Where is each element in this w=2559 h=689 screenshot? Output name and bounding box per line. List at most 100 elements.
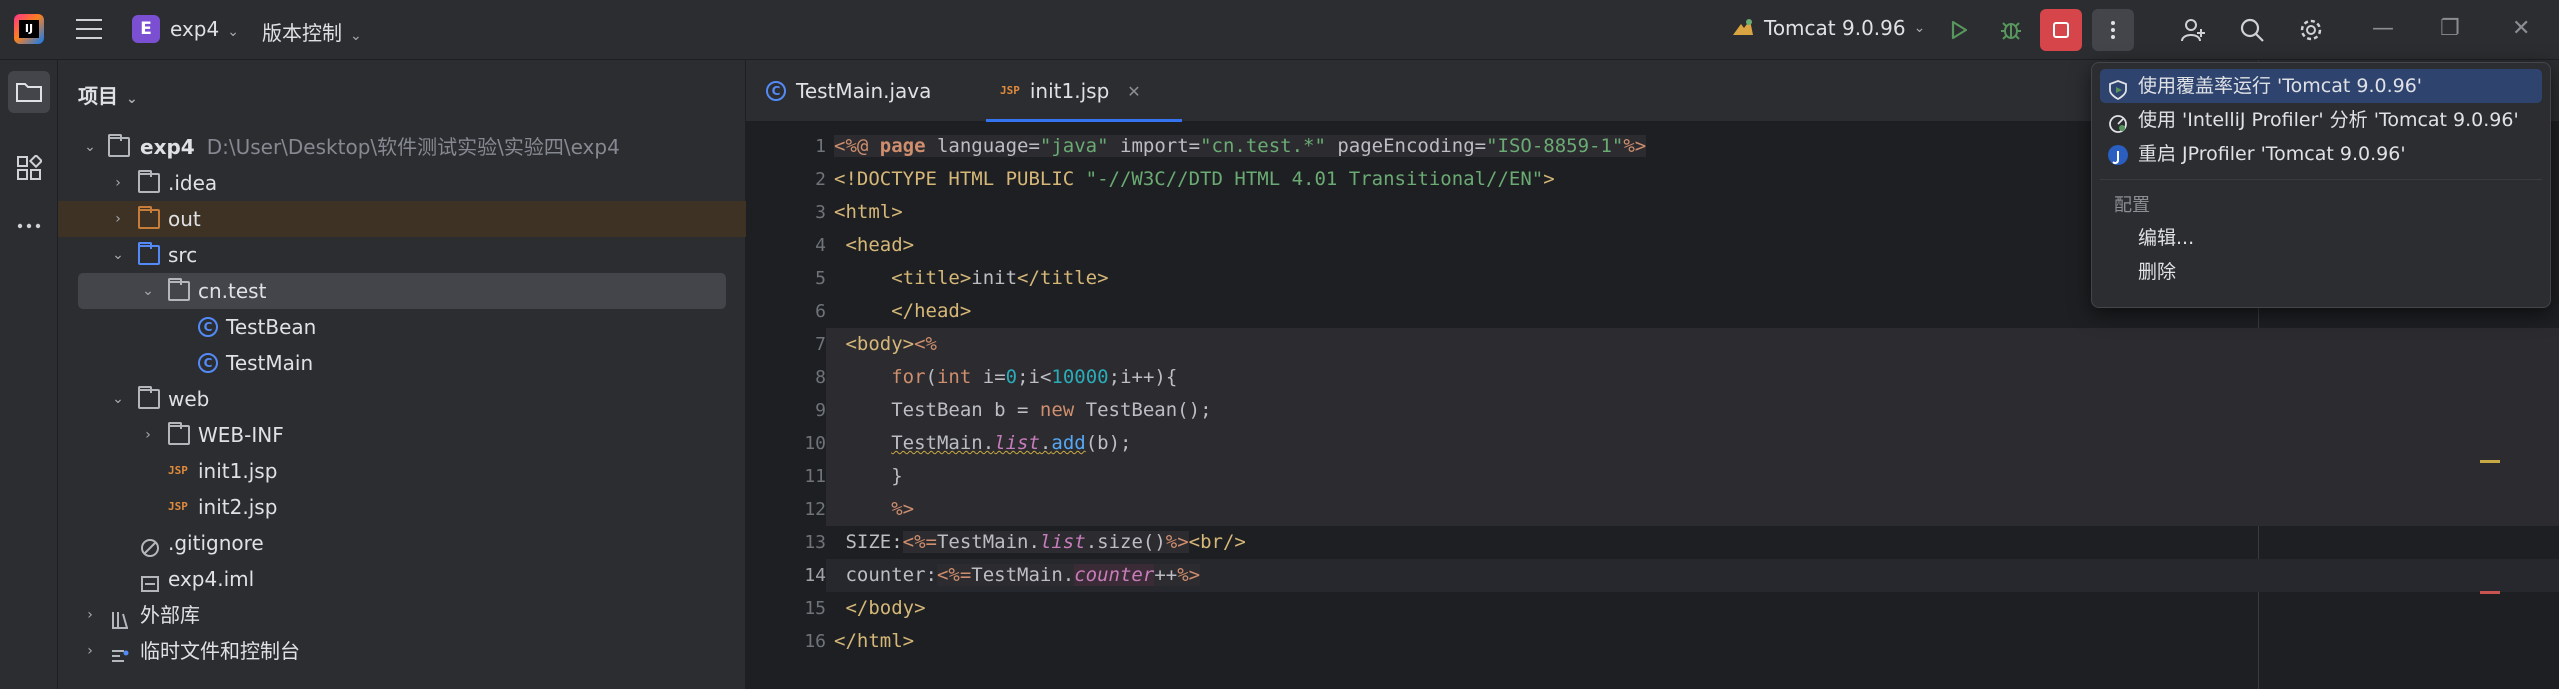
package-icon xyxy=(168,278,190,301)
tab-testmain-java[interactable]: C TestMain.java xyxy=(766,60,966,122)
tree-item-init2-jsp[interactable]: JSP init2.jsp xyxy=(58,489,746,525)
tab-label: TestMain.java xyxy=(796,79,932,103)
tree-item-label: exp4.iml xyxy=(168,567,255,591)
folder-icon xyxy=(138,170,160,193)
run-button[interactable] xyxy=(1938,9,1980,51)
tree-item-label: TestMain xyxy=(226,351,314,375)
close-tab-icon[interactable]: ✕ xyxy=(1127,82,1140,101)
class-icon: C xyxy=(766,81,786,101)
chevron-down-icon: ⌄ xyxy=(1913,20,1926,36)
menu-item-label: 编辑... xyxy=(2138,227,2195,249)
tomcat-icon xyxy=(1730,15,1756,41)
ignore-file-icon xyxy=(140,533,162,557)
project-panel: 项目 ⌄ ⌄ exp4 D:\User\Desktop\软件测试实验\实验四\exp… xyxy=(58,60,746,689)
line-number: 8 xyxy=(815,367,826,388)
tree-item-testmain[interactable]: C TestMain xyxy=(58,345,746,381)
tree-item-cn-test[interactable]: ⌄ cn.test xyxy=(78,273,726,309)
menu-item-label: 删除 xyxy=(2138,261,2177,283)
code-line: <body><% xyxy=(826,328,2559,361)
tree-item-label: exp4 D:\User\Desktop\软件测试实验\实验四\exp4 xyxy=(140,129,620,165)
tab-init1-jsp[interactable]: JSP init1.jsp ✕ xyxy=(986,60,1182,122)
tree-item-external-libraries[interactable]: › 外部库 xyxy=(58,597,746,633)
tree-item-testbean[interactable]: C TestBean xyxy=(58,309,746,345)
tree-item-label: init2.jsp xyxy=(198,495,278,519)
tree-item-web[interactable]: ⌄ web xyxy=(58,381,746,417)
error-marker[interactable] xyxy=(2480,591,2500,594)
expand-arrow-icon[interactable]: ⌄ xyxy=(110,381,126,417)
line-number: 1 xyxy=(815,136,826,157)
tree-item-scratches[interactable]: › 临时文件和控制台 xyxy=(58,633,746,669)
tree-item-out[interactable]: › out xyxy=(58,201,746,237)
project-tool-button[interactable] xyxy=(8,71,50,113)
tree-item-src[interactable]: ⌄ src xyxy=(58,237,746,273)
jsp-file-icon: JSP xyxy=(168,464,188,477)
run-with-coverage-item[interactable]: 使用覆盖率运行 'Tomcat 9.0.96' xyxy=(2100,69,2542,103)
folder-icon xyxy=(168,422,190,445)
tree-item-init1-jsp[interactable]: JSP init1.jsp xyxy=(58,453,746,489)
edit-config-item[interactable]: 编辑... xyxy=(2100,221,2542,255)
line-number: 4 xyxy=(815,235,826,256)
warning-marker[interactable] xyxy=(2480,460,2500,463)
web-folder-icon xyxy=(138,386,160,409)
more-actions-button[interactable] xyxy=(2092,9,2134,51)
minimize-window-icon[interactable]: — xyxy=(2372,16,2394,41)
expand-arrow-icon[interactable]: ⌄ xyxy=(110,237,126,273)
tree-item-web-inf[interactable]: › WEB-INF xyxy=(58,417,746,453)
line-number: 12 xyxy=(804,499,826,520)
code-line-current: counter:<%=TestMain.counter++%> xyxy=(826,559,2559,592)
restart-jprofiler-item[interactable]: 重启 JProfiler 'Tomcat 9.0.96' xyxy=(2100,137,2542,171)
bug-icon xyxy=(2001,22,2021,40)
line-number: 13 xyxy=(804,532,826,553)
more-tools-button[interactable] xyxy=(8,205,50,247)
class-icon: C xyxy=(198,353,218,373)
module-folder-icon xyxy=(108,134,130,157)
expand-arrow-icon[interactable]: ⌄ xyxy=(140,273,156,309)
profile-intellij-item[interactable]: 使用 'IntelliJ Profiler' 分析 'Tomcat 9.0.96… xyxy=(2100,103,2542,137)
code-line: TestMain.list.add(b); xyxy=(826,427,2559,460)
jprofiler-icon xyxy=(2108,145,2128,165)
folder-icon xyxy=(16,83,42,102)
run-config-selector[interactable]: Tomcat 9.0.96 ⌄ xyxy=(1730,15,1925,41)
vcs-menu[interactable]: 版本控制 ⌄ xyxy=(262,17,362,46)
expand-arrow-icon[interactable]: ⌄ xyxy=(82,129,98,165)
line-gutter: 1 2 3 4 5 6 7 8 9 10 11 12 13 14 15 16 xyxy=(746,122,826,689)
collapsed-arrow-icon[interactable]: › xyxy=(82,597,98,633)
menu-section-title: 配置 xyxy=(2114,195,2150,216)
excluded-folder-icon xyxy=(138,206,160,229)
close-window-icon[interactable]: ✕ xyxy=(2512,16,2530,41)
line-number: 14 xyxy=(804,565,826,586)
restore-window-icon[interactable]: ❐ xyxy=(2440,16,2460,41)
line-number: 16 xyxy=(804,631,826,652)
jsp-file-icon: JSP xyxy=(1000,84,1020,97)
module-name: exp4 xyxy=(140,135,195,159)
settings-button[interactable] xyxy=(2290,9,2332,51)
structure-tool-button[interactable] xyxy=(8,147,50,189)
library-icon xyxy=(110,605,132,629)
delete-config-item[interactable]: 删除 xyxy=(2100,255,2542,289)
tree-item-exp4[interactable]: ⌄ exp4 D:\User\Desktop\软件测试实验\实验四\exp4 xyxy=(58,129,746,165)
tree-item-gitignore[interactable]: .gitignore xyxy=(58,525,746,561)
structure-icon xyxy=(17,155,42,180)
project-panel-title[interactable]: 项目 ⌄ xyxy=(78,80,138,109)
menu-item-label: 使用 'IntelliJ Profiler' 分析 'Tomcat 9.0.96… xyxy=(2138,109,2519,131)
code-line: </body> xyxy=(834,597,926,619)
debug-button[interactable] xyxy=(1990,9,2032,51)
tab-label: init1.jsp xyxy=(1029,79,1110,103)
tree-item-exp4-iml[interactable]: exp4.iml xyxy=(58,561,746,597)
collapsed-arrow-icon[interactable]: › xyxy=(110,201,126,237)
main-menu-icon[interactable] xyxy=(76,19,102,39)
search-everywhere-button[interactable] xyxy=(2231,9,2273,51)
collapsed-arrow-icon[interactable]: › xyxy=(140,417,156,453)
code-line: } xyxy=(826,460,2559,493)
tree-item-label: cn.test xyxy=(198,279,267,303)
collapsed-arrow-icon[interactable]: › xyxy=(110,165,126,201)
collapsed-arrow-icon[interactable]: › xyxy=(82,633,98,669)
tree-item-idea[interactable]: › .idea xyxy=(58,165,746,201)
stop-button[interactable] xyxy=(2040,9,2082,51)
project-selector[interactable]: exp4 ⌄ xyxy=(170,17,239,41)
line-number: 6 xyxy=(815,301,826,322)
code-with-me-button[interactable] xyxy=(2172,9,2214,51)
intellij-logo-icon[interactable] xyxy=(14,14,44,44)
tree-item-label: TestBean xyxy=(226,315,317,339)
project-badge[interactable]: E xyxy=(132,15,160,43)
